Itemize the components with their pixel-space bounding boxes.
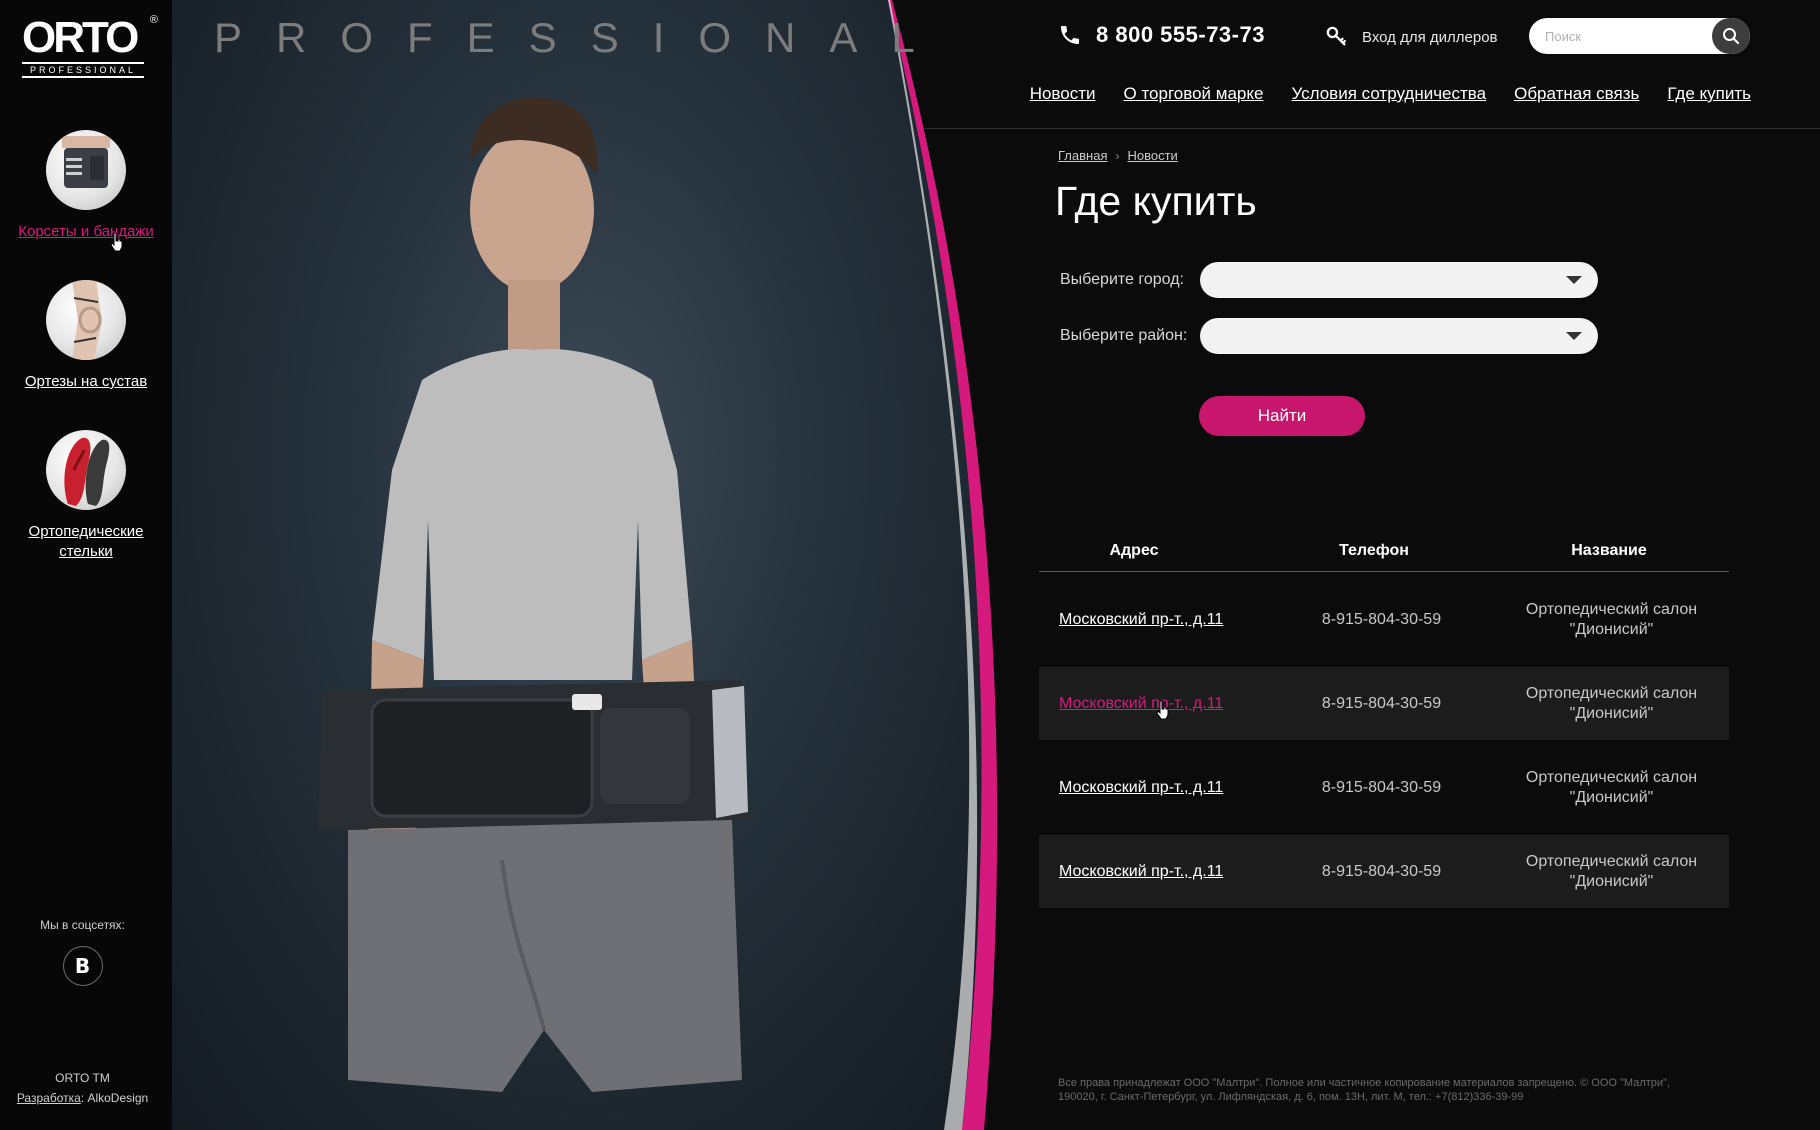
insoles-icon[interactable] (46, 430, 126, 510)
address-link[interactable]: Московский пр-т., д.11 (1059, 863, 1223, 880)
phone-cell: 8-915-804-30-59 (1321, 862, 1442, 880)
city-row: Выберите город: (1060, 262, 1598, 298)
city-select[interactable] (1200, 262, 1598, 298)
hero-illustration: PROFESSIONAL (214, 0, 1002, 1130)
page-title: Где купить (1055, 178, 1257, 224)
copyright-text: Все права принадлежат ООО "Малтри". Полн… (1058, 1077, 1671, 1103)
nav-divider (925, 128, 1820, 129)
nav-feedback[interactable]: Обратная связь (1514, 84, 1639, 104)
phone-block: 8 800 555-73-73 (1058, 22, 1265, 48)
category-insoles[interactable]: Ортопедические стельки (0, 430, 172, 562)
search-icon (1723, 28, 1740, 45)
name-cell: Ортопедический салон "Дионисий" (1494, 600, 1729, 640)
header-address: Адрес (1109, 541, 1159, 559)
developer-name: : AlkoDesign (80, 1091, 149, 1105)
corset-icon[interactable] (46, 130, 126, 210)
district-row: Выберите район: (1060, 318, 1598, 354)
name-cell: Ортопедический салон "Дионисий" (1494, 684, 1729, 724)
footer-tm: ORTO TM (55, 1071, 110, 1085)
nav-about-brand[interactable]: О торговой марке (1124, 84, 1264, 104)
sidebar-footer: ORTO TM Разработка: AlkoDesign (0, 1068, 165, 1108)
developer-link[interactable]: Разработка (17, 1091, 81, 1105)
category-label-corsets[interactable]: Корсеты и бандажи (0, 222, 172, 242)
phone-icon (1061, 26, 1079, 44)
store-name-line: Ортопедический салон (1525, 600, 1698, 618)
header-phone: Телефон (1339, 541, 1409, 559)
store-name-line: "Дионисий" (1569, 620, 1654, 638)
category-joint-braces[interactable]: Ортезы на сустав (0, 280, 172, 392)
address-link[interactable]: Московский пр-т., д.11 (1059, 779, 1223, 796)
store-name-line: Ортопедический салон (1525, 768, 1698, 786)
phone-cell: 8-915-804-30-59 (1321, 610, 1442, 628)
vk-icon[interactable]: В (62, 946, 103, 986)
breadcrumb: Главная › Новости (1058, 148, 1178, 163)
hand-cursor-icon (110, 232, 123, 252)
address-link[interactable]: Московский пр-т., д.11 (1059, 611, 1223, 628)
category-corsets[interactable]: Корсеты и бандажи (0, 130, 172, 242)
store-name-line: Ортопедический салон (1525, 852, 1698, 870)
name-cell: Ортопедический салон "Дионисий" (1494, 852, 1729, 892)
phone-cell: 8-915-804-30-59 (1321, 694, 1442, 712)
breadcrumb-news[interactable]: Новости (1127, 148, 1177, 163)
key-icon (1326, 26, 1346, 46)
table-row: Московский пр-т., д.11 8-915-804-30-59 О… (1039, 751, 1729, 824)
hand-cursor-icon (1156, 700, 1169, 720)
search-input[interactable] (1529, 18, 1714, 54)
name-cell: Ортопедический салон "Дионисий" (1494, 768, 1729, 808)
knee-brace-icon[interactable] (46, 280, 126, 360)
nav-news[interactable]: Новости (1030, 84, 1096, 104)
sidebar: ORTO PROFESSIONAL ® Корсеты и бандажи Ор… (0, 0, 172, 1130)
store-name-line: "Дионисий" (1569, 704, 1654, 722)
dealer-login[interactable]: Вход для диллеров (1326, 26, 1498, 48)
registered-mark: ® (149, 14, 158, 26)
phone-cell: 8-915-804-30-59 (1321, 778, 1442, 796)
search-bar (1529, 18, 1750, 54)
dealer-login-label[interactable]: Вход для диллеров (1362, 29, 1498, 46)
city-label: Выберите город: (1060, 271, 1184, 288)
nav-where-to-buy[interactable]: Где купить (1667, 84, 1751, 104)
table-row: Московский пр-т., д.11 8-915-804-30-59 О… (1039, 583, 1729, 656)
address-link[interactable]: Московский пр-т., д.11 (1059, 695, 1223, 712)
header-name: Название (1571, 541, 1647, 559)
table-row: Московский пр-т., д.11 8-915-804-30-59 О… (1039, 667, 1729, 740)
category-label-joint-braces[interactable]: Ортезы на сустав (0, 372, 172, 392)
table-header: Адрес Телефон Название (1039, 530, 1729, 572)
hero-title: PROFESSIONAL (214, 14, 949, 61)
store-name-line: Ортопедический салон (1525, 684, 1698, 702)
orto-logo[interactable]: ORTO PROFESSIONAL ® (22, 13, 158, 78)
store-name-line: "Дионисий" (1569, 872, 1654, 890)
category-label-insoles[interactable]: Ортопедические стельки (0, 522, 172, 562)
chevron-down-icon (1566, 276, 1582, 284)
footer-developer: Разработка: AlkoDesign (0, 1088, 165, 1108)
main-nav: Новости О торговой марке Условия сотрудн… (1002, 84, 1751, 104)
district-select[interactable] (1200, 318, 1598, 354)
social-title: Мы в соцсетях: (40, 918, 125, 932)
nav-cooperation[interactable]: Условия сотрудничества (1291, 84, 1486, 104)
stores-table: Адрес Телефон Название Московский пр-т.,… (1039, 530, 1729, 908)
phone-number[interactable]: 8 800 555-73-73 (1096, 22, 1265, 48)
district-label: Выберите район: (1060, 327, 1188, 344)
logo-subtitle: PROFESSIONAL (22, 62, 144, 78)
social-block: Мы в соцсетях: В (0, 918, 165, 986)
search-button[interactable] (1712, 18, 1750, 54)
hero-banner: PROFESSIONAL (172, 0, 1002, 1130)
chevron-right-icon: › (1115, 148, 1120, 163)
logo-text: ORTO (22, 13, 139, 62)
breadcrumb-home[interactable]: Главная (1058, 148, 1107, 163)
store-name-line: "Дионисий" (1569, 788, 1654, 806)
chevron-down-icon (1566, 332, 1582, 340)
find-button[interactable]: Найти (1199, 396, 1365, 436)
table-row: Московский пр-т., д.11 8-915-804-30-59 О… (1039, 835, 1729, 908)
